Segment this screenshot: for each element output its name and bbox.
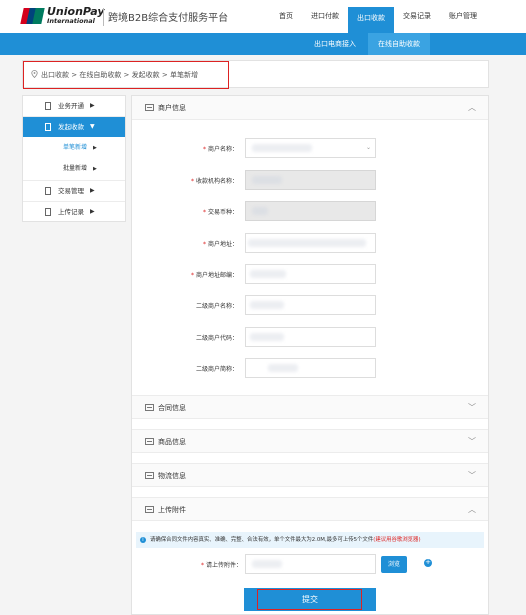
field-label: * 请上传附件： — [200, 562, 242, 569]
field-label: * 商户名称： — [202, 146, 238, 153]
upload-row: * 请上传附件： 浏览 + — [132, 554, 488, 574]
chevron-down-icon: ⌄ — [365, 144, 371, 151]
sidebar-item-label: 上传记录 — [58, 208, 84, 216]
chevron-up-icon: ︿ — [468, 103, 476, 112]
field-label: * 商户地址： — [202, 241, 238, 248]
postcode-field[interactable] — [245, 264, 376, 284]
form-row-institution-name: * 收款机构名称： — [132, 170, 488, 190]
upload-file-field[interactable] — [245, 554, 376, 574]
section-title: 物流信息 — [158, 472, 186, 480]
logo-brand: UnionPay — [47, 5, 105, 18]
card-icon — [145, 506, 154, 513]
form-row-sub-merchant-name: 二级商户名称： — [132, 295, 488, 315]
upload-notice: i 请确保合同文件内容真实、准确、完整、合法有效，单个文件最大为2.0M,最多可… — [136, 532, 484, 548]
form-row-postcode: * 商户地址邮编： — [132, 264, 488, 284]
sidebar-item-label: 发起收款 — [58, 123, 84, 131]
form-row-sub-merchant-code: 二级商户代码： — [132, 327, 488, 347]
sub-merchant-name-field[interactable] — [245, 295, 376, 315]
document-icon — [45, 208, 51, 216]
caret-right-icon: ▶ — [90, 208, 95, 215]
sidebar-item-business-activation[interactable]: 业务开通 ▶ — [23, 96, 125, 116]
unionpay-mark-icon — [20, 8, 45, 24]
add-file-icon[interactable]: + — [424, 559, 432, 567]
section-logistics-header[interactable]: 物流信息 ﹀ — [132, 463, 488, 487]
logo-divider — [103, 8, 104, 26]
caret-right-icon: ▶ — [93, 166, 97, 172]
currency-field — [245, 201, 376, 221]
field-label: 二级商户简称： — [195, 366, 238, 373]
sidebar-subitem-batch-add[interactable]: 批量新增 ▶ — [23, 159, 125, 179]
section-merchant-header[interactable]: 商户信息 ︿ — [132, 96, 488, 120]
nav-import-payment[interactable]: 进口付款 — [302, 0, 348, 33]
chevron-down-icon: ﹀ — [468, 437, 476, 446]
caret-right-icon: ▶ — [93, 145, 97, 151]
section-title: 合同信息 — [158, 404, 186, 412]
caret-down-icon: ▼ — [90, 123, 95, 130]
field-label: * 收款机构名称： — [190, 178, 238, 185]
nav-export-collection[interactable]: 出口收款 — [348, 7, 394, 33]
platform-title: 跨境B2B综合支付服务平台 — [108, 13, 229, 24]
nav-account-management[interactable]: 账户管理 — [440, 0, 486, 33]
sub-merchant-short-field[interactable] — [245, 358, 376, 378]
caret-right-icon: ▶ — [90, 187, 95, 194]
form-row-merchant-name: * 商户名称： ⌄ — [132, 138, 488, 158]
form-row-merchant-address: * 商户地址： — [132, 233, 488, 253]
card-icon — [145, 438, 154, 445]
sidebar-item-initiate-collection[interactable]: 发起收款 ▼ — [23, 117, 125, 137]
form-row-currency: * 交易币种： — [132, 201, 488, 221]
field-label: * 交易币种： — [202, 209, 238, 216]
sidebar-subitem-label: 批量新增 — [63, 165, 88, 172]
top-header: UnionPay International 跨境B2B综合支付服务平台 首页 … — [0, 0, 526, 33]
card-icon — [145, 472, 154, 479]
browse-button[interactable]: 浏览 — [381, 556, 407, 573]
sidebar: 业务开通 ▶ 发起收款 ▼ 单笔新增 ▶ 批量新增 ▶ 交易管理 ▶ 上传记录 … — [22, 95, 126, 222]
browser-recommendation: (建议用谷歌浏览器) — [373, 537, 421, 543]
breadcrumb-highlight — [23, 61, 229, 89]
merchant-address-field[interactable] — [245, 233, 376, 253]
merchant-name-select[interactable]: ⌄ — [245, 138, 376, 158]
chevron-down-icon: ﹀ — [468, 403, 476, 412]
institution-name-field — [245, 170, 376, 190]
section-contract-header[interactable]: 合同信息 ﹀ — [132, 395, 488, 419]
main-panel: 商户信息 ︿ * 商户名称： ⌄ * 收款机构名称： * 交易币种： * 商户地址： *… — [131, 95, 489, 615]
field-label: 二级商户名称： — [195, 303, 238, 310]
section-attachment-header[interactable]: 上传附件 ︿ — [132, 497, 488, 521]
sub-nav: 出口电商接入 在线自助收款 — [0, 33, 526, 55]
field-label: 二级商户代码： — [195, 335, 238, 342]
notice-text: 请确保合同文件内容真实、准确、完整、合法有效，单个文件最大为2.0M,最多可上传… — [150, 537, 374, 543]
sidebar-subitem-label: 单笔新增 — [63, 144, 88, 151]
section-title: 商品信息 — [158, 438, 186, 446]
chevron-up-icon: ︿ — [468, 505, 476, 514]
logo-sub: International — [47, 17, 95, 25]
main-nav: 首页 进口付款 出口收款 交易记录 账户管理 — [270, 0, 486, 33]
info-icon: i — [140, 537, 146, 543]
document-icon — [45, 123, 51, 131]
sidebar-item-label: 业务开通 — [58, 102, 84, 110]
submit-highlight — [257, 589, 362, 610]
section-goods-header[interactable]: 商品信息 ﹀ — [132, 429, 488, 453]
form-row-sub-merchant-short: 二级商户简称： — [132, 358, 488, 378]
card-icon — [145, 404, 154, 411]
card-icon — [145, 104, 154, 111]
section-title: 商户信息 — [158, 104, 186, 112]
sidebar-item-label: 交易管理 — [58, 187, 84, 195]
document-icon — [45, 187, 51, 195]
unionpay-logo[interactable]: UnionPay International — [20, 5, 122, 28]
sidebar-item-transaction-management[interactable]: 交易管理 ▶ — [23, 181, 125, 201]
document-icon — [45, 102, 51, 110]
sub-merchant-code-field[interactable] — [245, 327, 376, 347]
subnav-ecommerce-access[interactable]: 出口电商接入 — [304, 33, 366, 55]
chevron-down-icon: ﹀ — [468, 471, 476, 480]
nav-home[interactable]: 首页 — [270, 0, 302, 33]
nav-transaction-records[interactable]: 交易记录 — [394, 0, 440, 33]
sidebar-subitem-single-add[interactable]: 单笔新增 ▶ — [23, 138, 125, 158]
caret-right-icon: ▶ — [90, 102, 95, 109]
breadcrumb-bar: 出口收款 > 在线自助收款 > 发起收款 > 单笔新增 — [22, 60, 489, 89]
sidebar-item-upload-records[interactable]: 上传记录 ▶ — [23, 202, 125, 222]
subnav-online-self-collection[interactable]: 在线自助收款 — [368, 33, 430, 55]
field-label: * 商户地址邮编： — [190, 272, 238, 279]
section-title: 上传附件 — [158, 506, 186, 514]
